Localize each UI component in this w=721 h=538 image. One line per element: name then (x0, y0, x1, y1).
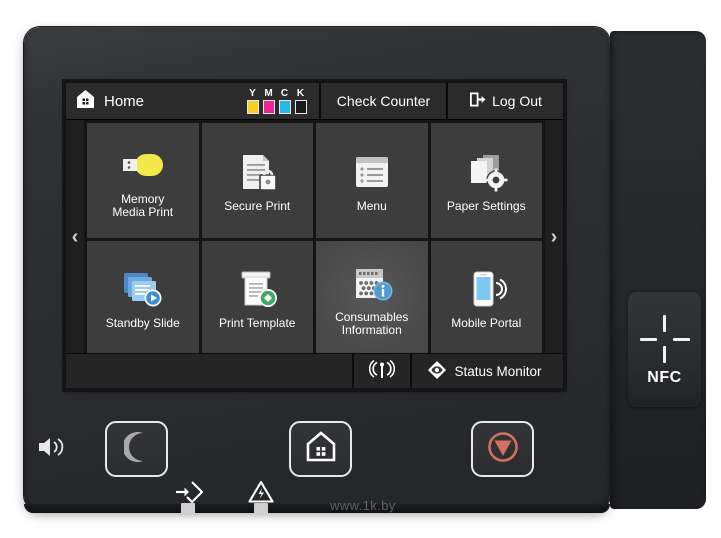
logout-icon (469, 91, 486, 111)
tile-consumables-info[interactable]: Consumables Information (316, 240, 428, 355)
stop-icon (487, 431, 519, 468)
tile-document-lock[interactable]: Secure Print (201, 123, 313, 238)
page-title: Home (104, 92, 145, 110)
tile-label-line1: Print Template (219, 316, 296, 331)
nfc-touch-pad[interactable]: NFC (628, 292, 701, 407)
toner-magenta: M (262, 89, 275, 114)
toner-level-bar (278, 100, 291, 114)
prev-page-arrow[interactable]: ‹ (66, 120, 84, 355)
wireless-icon (368, 359, 396, 383)
tile-label-line1: Mobile Portal (451, 316, 522, 331)
printer-template-icon (229, 261, 285, 317)
toner-letter: K (296, 88, 305, 99)
home-tile-area: ‹ › Memory Media Print Secure Print Menu Pap… (66, 120, 563, 355)
toner-black: K (294, 89, 307, 114)
tile-slides-play[interactable]: Standby Slide (87, 240, 199, 355)
slides-play-icon (115, 261, 171, 317)
header-home-area: Home (66, 83, 246, 119)
tile-label-line1: Menu (356, 198, 387, 213)
tile-paper-gear[interactable]: Paper Settings (430, 123, 542, 238)
usb-drive-icon (115, 137, 171, 193)
tile-label: Memory Media Print (109, 193, 176, 223)
sleep-button[interactable] (105, 421, 168, 477)
tile-label-line2: Information (341, 322, 402, 337)
tile-mobile-signal[interactable]: Mobile Portal (430, 240, 542, 355)
error-indicator-icon (248, 480, 274, 509)
paper-gear-icon (458, 144, 514, 200)
toner-yellow: Y (246, 89, 259, 114)
home-button[interactable] (289, 421, 352, 477)
home-icon (76, 89, 95, 114)
toner-letter: C (280, 88, 289, 99)
check-counter-label: Check Counter (336, 93, 431, 109)
document-lock-icon (229, 144, 285, 200)
next-page-arrow[interactable]: › (545, 120, 563, 355)
tile-label: Secure Print (221, 198, 293, 217)
tile-label: Standby Slide (103, 317, 183, 334)
panel-base-strip (24, 504, 610, 513)
tile-label-line2: Media Print (112, 205, 174, 220)
tile-label: Consumables Information (332, 309, 411, 341)
mobile-signal-icon (458, 261, 514, 317)
tile-label-line1: Consumables (335, 309, 409, 324)
consumables-info-icon (344, 255, 400, 311)
screenshot-root: NFC Home YMC K Check Counter Log Out ‹ ›… (0, 0, 721, 538)
tile-usb-drive[interactable]: Memory Media Print (87, 123, 199, 238)
tile-menu-list[interactable]: Menu (316, 123, 428, 238)
tile-label-line1: Secure Print (224, 198, 291, 213)
speaker-icon (36, 433, 70, 461)
chevron-right-icon: › (550, 226, 558, 248)
check-counter-button[interactable]: Check Counter (319, 83, 446, 119)
toner-level-bar (246, 100, 259, 114)
tile-label-line1: Standby Slide (105, 316, 180, 331)
nfc-mark-icon (638, 313, 692, 365)
tile-grid: Memory Media Print Secure Print Menu Paper S… (84, 120, 545, 355)
menu-list-icon (344, 144, 400, 200)
tile-label: Paper Settings (444, 198, 529, 217)
logout-label: Log Out (492, 93, 542, 109)
chevron-left-icon: ‹ (71, 226, 79, 248)
toner-cyan: C (278, 89, 291, 114)
toner-letter: M (264, 88, 273, 99)
moon-sleep-icon (122, 431, 150, 467)
status-monitor-button[interactable]: Status Monitor (410, 354, 563, 388)
nfc-wing-panel (610, 31, 706, 509)
toner-level-bar (294, 100, 307, 114)
screen-header: Home YMCK Check Counter Log Out (66, 83, 563, 120)
status-monitor-icon (427, 360, 447, 383)
toner-level-bar (262, 100, 275, 114)
tile-label: Mobile Portal (448, 317, 524, 334)
tile-label: Print Template (216, 317, 298, 334)
lcd-touchscreen[interactable]: Home YMCK Check Counter Log Out ‹ › Memo… (65, 82, 564, 389)
stop-button[interactable] (471, 421, 534, 477)
logout-button[interactable]: Log Out (446, 83, 563, 119)
tile-label: Menu (354, 198, 390, 217)
data-indicator-icon (175, 480, 204, 509)
screen-footer: Status Monitor (66, 353, 563, 388)
toner-letter: Y (249, 88, 256, 99)
tile-printer-template[interactable]: Print Template (201, 240, 313, 355)
watermark: www.1k.by (330, 498, 396, 513)
tile-label-line1: Paper Settings (446, 198, 526, 213)
nfc-label: NFC (647, 368, 682, 386)
wireless-status-button[interactable] (352, 354, 410, 388)
toner-level-indicator: YMCK (246, 83, 319, 119)
status-monitor-label: Status Monitor (454, 363, 542, 379)
home-button-icon (306, 431, 336, 467)
